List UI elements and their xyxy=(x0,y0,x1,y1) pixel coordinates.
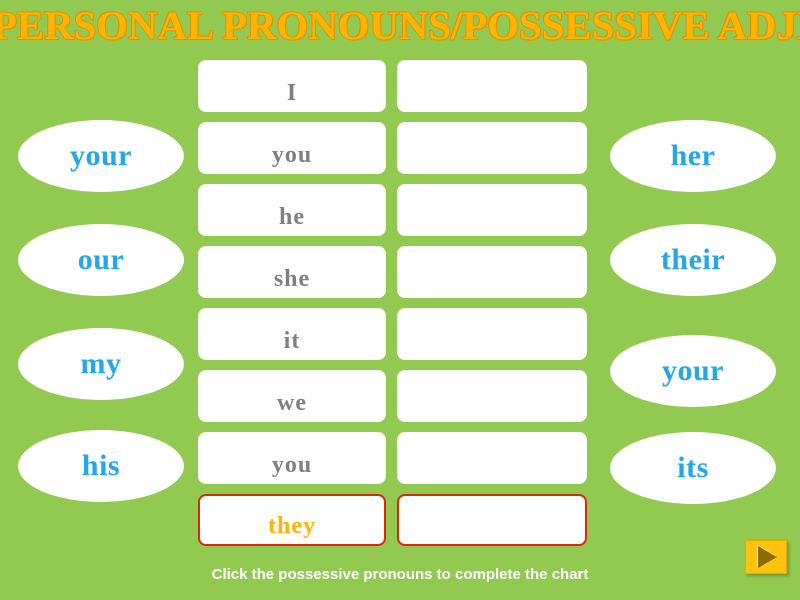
instruction-text: Click the possessive pronouns to complet… xyxy=(211,566,589,583)
option-oval-your[interactable]: your xyxy=(18,120,184,192)
next-button[interactable] xyxy=(745,540,787,574)
possessive-answer-cell[interactable] xyxy=(397,308,587,360)
page-title: PERSONAL PRONOUNS/POSSESSIVE ADJECTIVES xyxy=(0,3,800,48)
option-oval-your[interactable]: your xyxy=(610,335,776,407)
possessive-answer-cell[interactable] xyxy=(397,60,587,112)
possessive-answer-cell[interactable] xyxy=(397,246,587,298)
pronoun-cell[interactable]: they xyxy=(198,494,386,546)
option-label: our xyxy=(77,243,125,276)
pronoun-cell[interactable]: I xyxy=(198,60,386,112)
pronoun-label: he xyxy=(279,204,305,230)
option-label: my xyxy=(80,347,122,380)
slide-canvas: PERSONAL PRONOUNS/POSSESSIVE ADJECTIVES … xyxy=(0,0,800,600)
possessive-answer-cell[interactable] xyxy=(397,122,587,174)
option-label: his xyxy=(81,449,121,482)
pronoun-cell[interactable]: it xyxy=(198,308,386,360)
pronoun-label: you xyxy=(271,452,313,478)
pronoun-cell[interactable]: you xyxy=(198,432,386,484)
option-label: your xyxy=(70,139,132,172)
option-oval-our[interactable]: our xyxy=(18,224,184,296)
possessive-answer-cell[interactable] xyxy=(397,370,587,422)
option-label: their xyxy=(660,243,726,276)
possessive-answer-cell[interactable] xyxy=(397,494,587,546)
possessive-answer-cell[interactable] xyxy=(397,432,587,484)
option-oval-my[interactable]: my xyxy=(18,328,184,400)
option-oval-his[interactable]: his xyxy=(18,430,184,502)
option-label: your xyxy=(662,354,724,387)
play-triangle-icon xyxy=(758,546,777,568)
pronoun-label: I xyxy=(286,80,298,106)
pronoun-label: they xyxy=(268,513,316,539)
pronoun-cell[interactable]: she xyxy=(198,246,386,298)
option-label: its xyxy=(677,451,709,484)
pronoun-cell[interactable]: you xyxy=(198,122,386,174)
pronoun-label: she xyxy=(273,266,311,292)
pronoun-label: we xyxy=(277,390,307,416)
option-oval-their[interactable]: their xyxy=(610,224,776,296)
pronoun-cell[interactable]: he xyxy=(198,184,386,236)
pronoun-label: it xyxy=(283,328,301,354)
pronoun-cell[interactable]: we xyxy=(198,370,386,422)
possessive-answer-cell[interactable] xyxy=(397,184,587,236)
option-label: her xyxy=(670,139,716,172)
pronoun-label: you xyxy=(271,142,313,168)
option-oval-its[interactable]: its xyxy=(610,432,776,504)
option-oval-her[interactable]: her xyxy=(610,120,776,192)
